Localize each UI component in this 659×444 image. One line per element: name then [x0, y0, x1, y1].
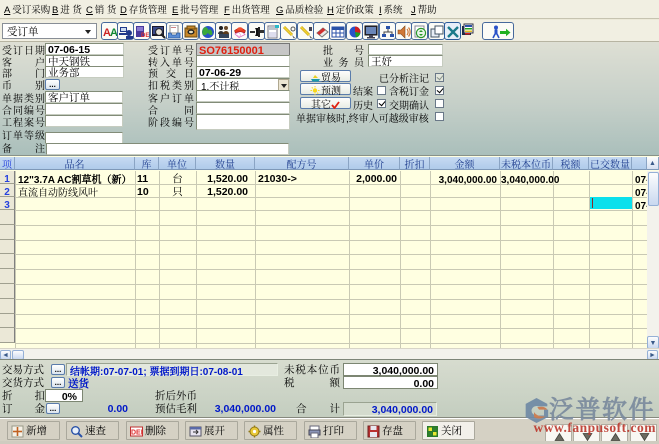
svg-text:DEL: DEL [131, 430, 143, 437]
svg-text:DEL: DEL [141, 33, 149, 39]
svg-text:A: A [110, 27, 117, 39]
